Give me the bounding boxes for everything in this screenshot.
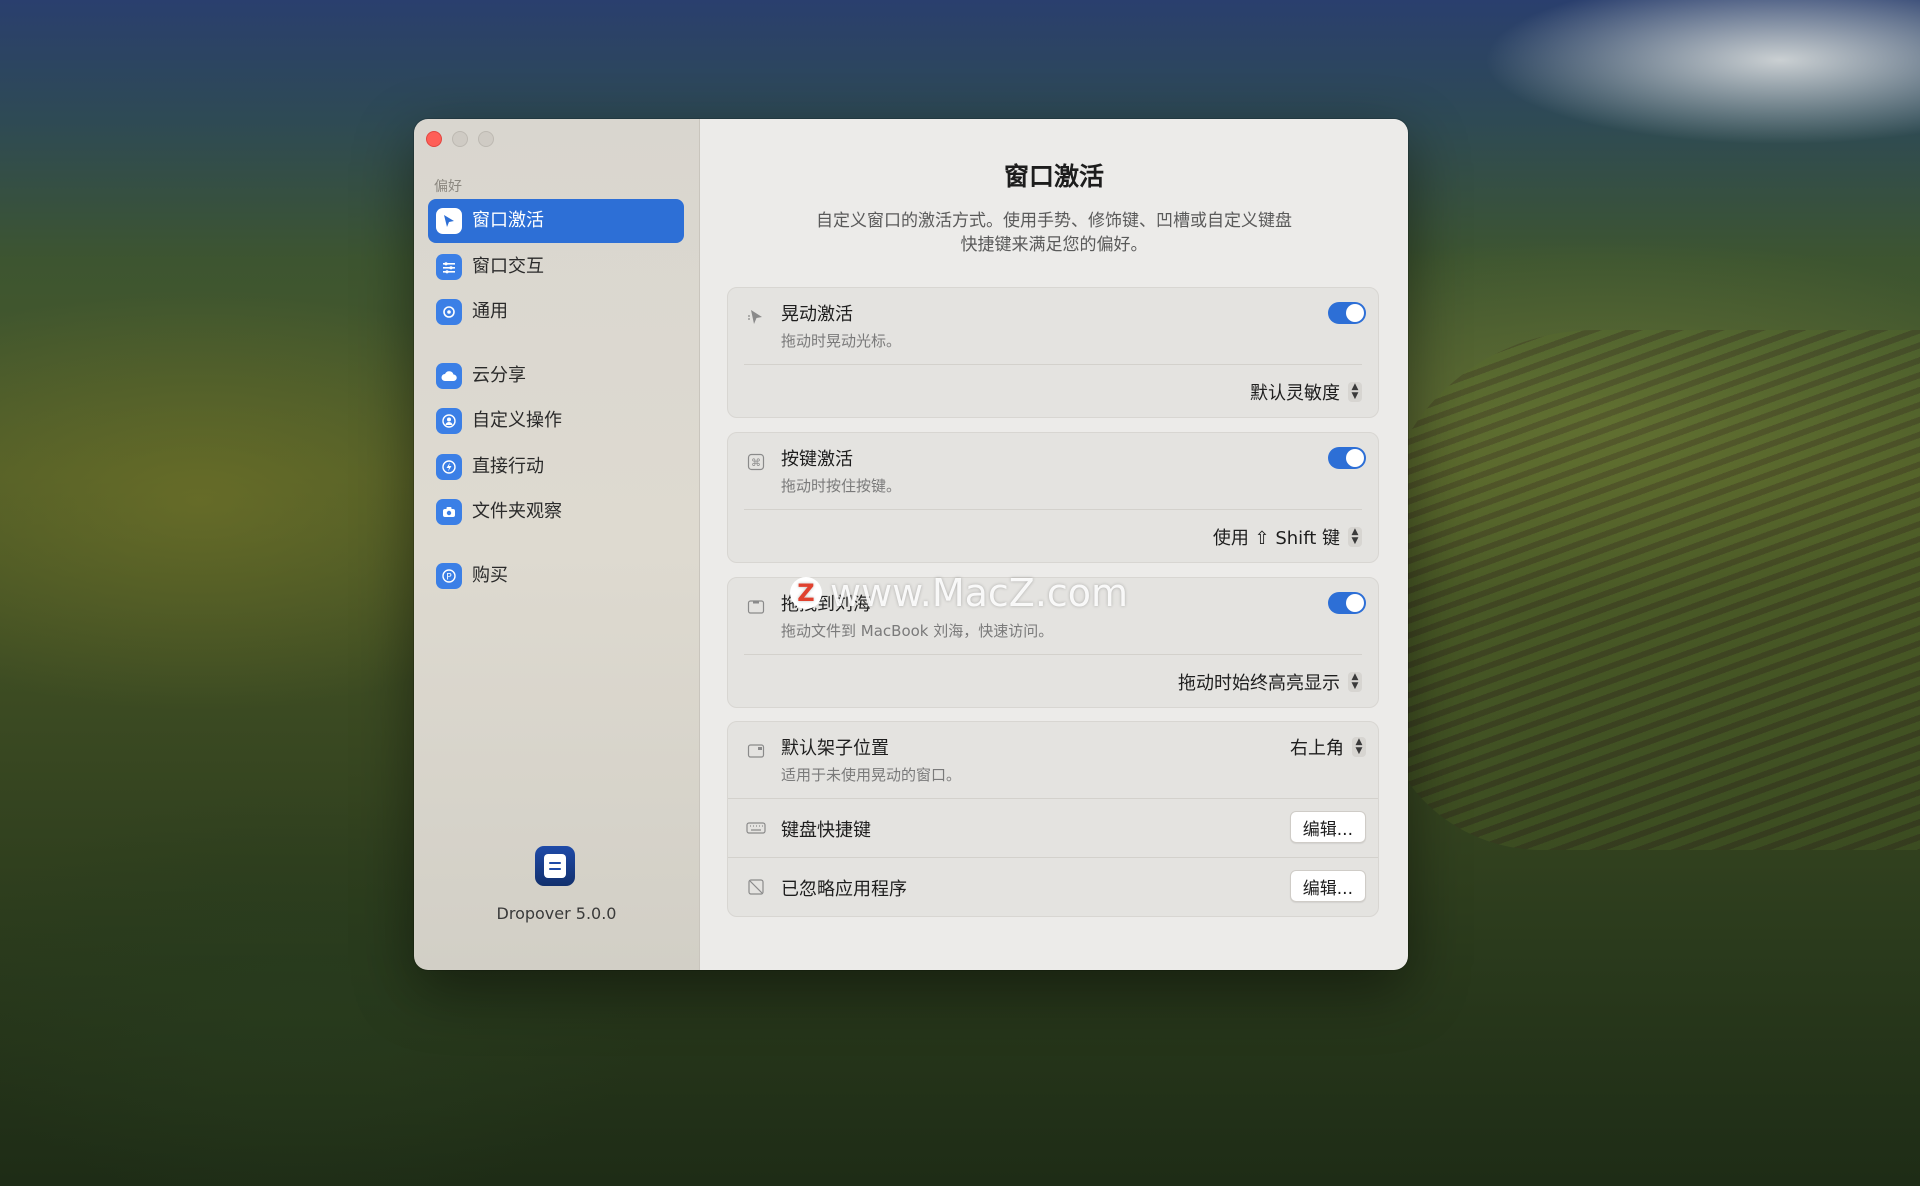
sidebar-item-custom-actions[interactable]: 自定义操作 [428,399,684,443]
shake-activation-title: 晃动激活 [781,304,853,325]
sidebar-item-label: 窗口交互 [472,255,544,277]
zoom-button[interactable] [478,131,494,147]
sidebar-section-label: 偏好 [434,179,462,195]
bolt-icon [436,453,462,480]
toggle-knob [1346,594,1364,612]
shake-sensitivity-value: 默认灵敏度 [1250,383,1340,404]
cursor-shake-icon [746,308,766,326]
background-vineyard [1380,330,1920,850]
sidebar-item-direct-actions[interactable]: 直接行动 [428,445,684,489]
main-content: 窗口激活 自定义窗口的激活方式。使用手势、修饰键、凹槽或自定义键盘快捷键来满足您… [700,119,1408,970]
shelf-position-row: 默认架子位置 适用于未使用晃动的窗口。 右上角 ▲ ▼ [728,722,1378,798]
sidebar: 偏好 窗口激活 窗口交互 通用 云分享 自定义操作 直接行动 文件夹观察 P 购… [414,119,700,970]
keyboard-shortcut-row: 键盘快捷键 编辑... [728,798,1378,857]
keyboard-shortcut-title: 键盘快捷键 [781,820,871,841]
sidebar-item-purchase[interactable]: P 购买 [428,554,684,598]
notch-highlight-value: 拖动时始终高亮显示 [1178,673,1340,694]
sidebar-item-cloud-share[interactable]: 云分享 [428,354,684,398]
dropover-logo-icon [535,846,575,886]
app-version: Dropover 5.0.0 [496,904,617,923]
shake-sensitivity-select[interactable]: 默认灵敏度 ▲ ▼ [1250,379,1362,405]
shake-activation-row: 晃动激活 拖动时晃动光标。 [728,288,1378,364]
watermark: Z www.MacZ.com [790,571,1128,615]
notch-activation-desc: 拖动文件到 MacBook 刘海，快速访问。 [781,622,1054,640]
key-select-row: 使用 ⇧ Shift 键 ▲ ▼ [744,509,1362,562]
minimize-button[interactable] [452,131,468,147]
shake-sensitivity-row: 默认灵敏度 ▲ ▼ [744,364,1362,417]
ignored-app-icon [746,878,766,896]
chevron-updown-icon: ▲ ▼ [1348,672,1362,692]
sidebar-item-label: 窗口激活 [472,210,544,231]
notch-activation-toggle[interactable] [1328,592,1366,614]
cloud-icon [436,362,462,389]
sidebar-item-window-interaction[interactable]: 窗口交互 [428,245,684,289]
sidebar-item-label: 云分享 [472,364,526,386]
key-activation-desc: 拖动时按住按键。 [781,477,902,495]
key-activation-row: ⌘ 按键激活 拖动时按住按键。 [728,433,1378,509]
watermark-text: www.MacZ.com [830,571,1129,615]
sidebar-item-general[interactable]: 通用 [428,290,684,334]
shelf-position-value: 右上角 [1290,738,1344,759]
edit-shortcut-button[interactable]: 编辑... [1289,811,1366,843]
macz-logo-icon: Z [790,577,822,609]
sidebar-nav: 窗口激活 窗口交互 通用 云分享 自定义操作 直接行动 文件夹观察 P 购买 [428,199,684,599]
shelf-position-desc: 适用于未使用晃动的窗口。 [781,766,962,784]
toggle-knob [1346,449,1364,467]
ignored-apps-row: 已忽略应用程序 编辑... [728,857,1378,916]
chevron-updown-icon: ▲ ▼ [1348,382,1362,402]
gear-icon [436,299,462,325]
sidebar-item-window-activation[interactable]: 窗口激活 [428,199,684,243]
sidebar-item-label: 直接行动 [472,455,544,477]
sidebar-item-label: 自定义操作 [472,410,562,431]
page-title: 窗口激活 [1003,162,1104,191]
person-icon [436,408,462,434]
page-description: 自定义窗口的激活方式。使用手势、修饰键、凹槽或自定义键盘快捷键来满足您的偏好。 [816,211,1292,255]
preferences-window: 偏好 窗口激活 窗口交互 通用 云分享 自定义操作 直接行动 文件夹观察 P 购… [414,119,1408,970]
toggle-knob [1346,304,1364,322]
camera-icon [436,499,462,525]
window-controls [426,131,494,147]
sidebar-item-folder-observation[interactable]: 文件夹观察 [428,490,684,534]
shelf-position-select[interactable]: 右上角 ▲ ▼ [1290,734,1366,760]
close-button[interactable] [426,131,442,147]
document-icon [544,854,566,878]
ignored-apps-title: 已忽略应用程序 [781,879,907,900]
sliders-icon [436,253,462,280]
chevron-updown-icon: ▲ ▼ [1352,737,1366,757]
activation-key-value: 使用 ⇧ Shift 键 [1212,528,1340,549]
sidebar-item-label: 通用 [472,301,508,322]
shake-activation-desc: 拖动时晃动光标。 [781,332,902,350]
sidebar-item-label: 文件夹观察 [472,501,562,522]
svg-text:P: P [446,572,452,582]
svg-text:⌘: ⌘ [751,458,761,469]
key-activation-card: ⌘ 按键激活 拖动时按住按键。 使用 ⇧ Shift 键 ▲ ▼ [727,432,1379,563]
shelf-position-title: 默认架子位置 [781,738,889,759]
edit-ignored-apps-button[interactable]: 编辑... [1289,870,1366,902]
purchase-icon: P [436,562,462,589]
keyboard-icon [746,819,766,837]
key-activation-toggle[interactable] [1328,447,1366,469]
sidebar-item-label: 购买 [472,564,508,586]
shelf-position-icon [746,742,766,760]
general-settings-card: 默认架子位置 适用于未使用晃动的窗口。 右上角 ▲ ▼ 键盘快捷键 编辑... 已… [727,721,1379,917]
notch-window-icon [746,598,766,616]
command-key-icon: ⌘ [746,453,766,471]
shake-activation-card: 晃动激活 拖动时晃动光标。 默认灵敏度 ▲ ▼ [727,287,1379,418]
notch-highlight-row: 拖动时始终高亮显示 ▲ ▼ [744,654,1362,707]
key-activation-title: 按键激活 [781,449,853,470]
notch-highlight-select[interactable]: 拖动时始终高亮显示 ▲ ▼ [1178,669,1362,695]
chevron-updown-icon: ▲ ▼ [1348,527,1362,547]
activation-key-select[interactable]: 使用 ⇧ Shift 键 ▲ ▼ [1213,524,1362,550]
shake-activation-toggle[interactable] [1328,302,1366,324]
cursor-icon [436,208,462,234]
